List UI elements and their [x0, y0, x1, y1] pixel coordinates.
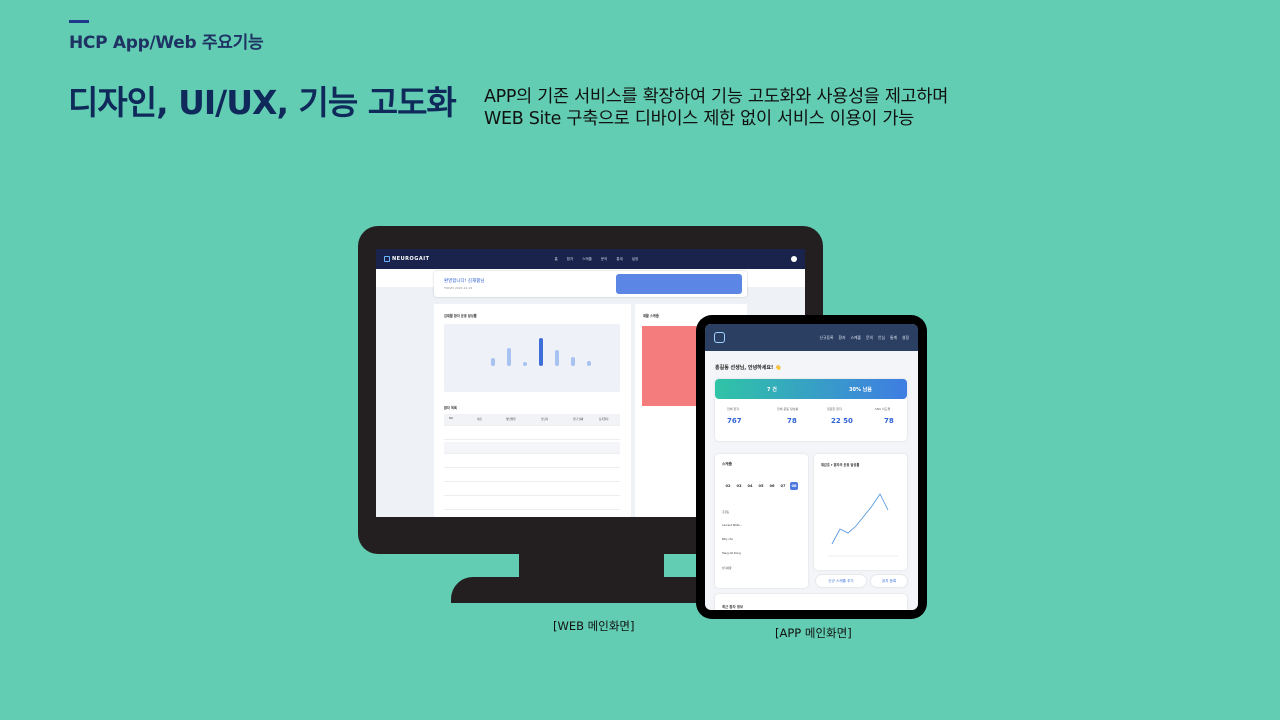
web-logo: NEUROGAIT	[384, 256, 430, 262]
kpi-value: 22 50	[831, 417, 853, 425]
app-chart-title: 재감호 ▾ 환자의 운동 달성률	[821, 463, 860, 467]
app-menu-item[interactable]: 신규등록	[820, 335, 834, 341]
day-cell-selected[interactable]: 08	[790, 482, 798, 490]
web-navbar: NEUROGAIT 홈 환자 스케줄 문의 통계 설정	[376, 249, 805, 269]
patient-name[interactable]: 선덕여왕	[722, 566, 732, 570]
kpi-value: 78	[884, 417, 894, 425]
app-line-chart	[828, 493, 898, 557]
table-row[interactable]	[444, 498, 620, 510]
chart-bar	[491, 358, 495, 366]
app-greeting: 홍길동 선생님, 안녕하세요! 👋	[715, 365, 782, 371]
table-row[interactable]	[444, 442, 620, 454]
app-schedule-card: 스케줄 홍길동 Laurent Willie... Billy cho Hang…	[715, 454, 808, 588]
web-bar-chart	[444, 324, 620, 392]
day-cell[interactable]: 03	[735, 482, 743, 490]
app-menu-item[interactable]: 환자	[839, 335, 846, 341]
banner-percent: 30% 남음	[849, 387, 872, 393]
app-menu: 신규등록 환자 스케줄 문의 안심 통계 설정	[820, 335, 909, 341]
web-chart-title: 김재활 환자 운동 달성률	[444, 314, 477, 318]
web-menu-item[interactable]: 문의	[601, 257, 607, 262]
app-menu-item[interactable]: 문의	[866, 335, 873, 341]
app-navbar: 신규등록 환자 스케줄 문의 안심 통계 설정	[705, 324, 918, 351]
table-header-row: NO 이름 생년월일 담당자 진단 날짜 등록일자	[444, 414, 620, 426]
recent-title: 최근 환자 정보	[722, 605, 744, 609]
patient-name[interactable]: Laurent Willie...	[722, 524, 742, 527]
web-schedule-title: 재활 스케줄	[643, 314, 659, 318]
table-row[interactable]	[444, 456, 620, 468]
logo-icon	[384, 256, 390, 262]
table-header-cell: NO	[449, 417, 453, 420]
patient-name[interactable]: Billy cho	[722, 538, 733, 541]
app-kpi-card: 7 건 30% 남음 전체 환자 767 전체 운동 달성률 78 입원한 환자…	[715, 379, 907, 441]
patient-name[interactable]: Hang Gil Dong	[722, 552, 741, 555]
add-schedule-button[interactable]: 신규 스케줄 추가	[816, 575, 866, 587]
chart-line	[831, 493, 889, 545]
patient-name[interactable]: 홍길동	[722, 510, 729, 514]
chart-bar	[507, 348, 511, 366]
web-welcome-date: TODAY 2021.12.15	[444, 286, 473, 290]
web-left-panel: 김재활 환자 운동 달성률 환자 목록 NO 이름 생년월일 담당자 진단 날짜…	[434, 304, 631, 517]
monitor-base	[451, 577, 731, 603]
user-avatar-icon[interactable]	[791, 256, 797, 262]
kpi-value: 78	[787, 417, 797, 425]
banner-count: 7 건	[767, 387, 777, 393]
kpi-label: SNS 이도율	[875, 407, 891, 411]
description-line-1: APP의 기존 서비스를 확장하여 기능 고도화와 사용성을 제고하며	[484, 87, 949, 107]
chart-bar	[523, 362, 527, 366]
table-header-cell: 이름	[477, 418, 482, 421]
page-title: 디자인, UI/UX, 기능 고도화	[68, 83, 457, 122]
table-header-cell: 등록일자	[599, 418, 609, 421]
day-cell[interactable]: 02	[724, 482, 732, 490]
table-row[interactable]	[444, 484, 620, 496]
notice-button[interactable]: 공지 등록	[871, 575, 907, 587]
chart-bar	[587, 361, 591, 366]
table-row[interactable]	[444, 470, 620, 482]
web-menu-item[interactable]: 통계	[616, 257, 622, 262]
monitor-neck	[519, 553, 664, 579]
kpi-value: 767	[727, 417, 742, 425]
chart-bar	[539, 338, 543, 366]
app-chart-card: 재감호 ▾ 환자의 운동 달성률	[814, 454, 907, 570]
kpi-label: 입원한 환자	[827, 407, 842, 411]
app-caption: [APP 메인화면]	[775, 626, 852, 640]
web-menu-item[interactable]: 스케줄	[582, 257, 592, 262]
chart-bar	[571, 357, 575, 366]
app-menu-item[interactable]: 안심	[878, 335, 885, 341]
web-menu-item[interactable]: 환자	[567, 257, 573, 262]
web-stat-banner	[616, 274, 742, 294]
web-menu: 홈 환자 스케줄 문의 통계 설정	[555, 257, 639, 262]
web-welcome-card: 환영합니다! 김재활님 TODAY 2021.12.15	[434, 271, 747, 297]
web-logo-text: NEUROGAIT	[392, 256, 430, 262]
app-banner[interactable]: 7 건 30% 남음	[715, 379, 907, 399]
app-menu-item[interactable]: 스케줄	[851, 335, 861, 341]
chart-bar	[555, 350, 559, 366]
web-menu-item[interactable]: 홈	[555, 257, 558, 262]
app-menu-item[interactable]: 설정	[902, 335, 909, 341]
day-cell[interactable]: 05	[757, 482, 765, 490]
schedule-title: 스케줄	[722, 462, 732, 466]
table-row[interactable]	[444, 428, 620, 440]
app-logo-icon	[714, 332, 725, 343]
web-caption: [WEB 메인화면]	[553, 619, 635, 633]
app-menu-item[interactable]: 통계	[890, 335, 897, 341]
web-welcome-text: 환영합니다! 김재활님	[444, 279, 485, 284]
kpi-label: 전체 운동 달성률	[777, 407, 799, 411]
table-header-cell: 생년월일	[506, 418, 516, 421]
web-list-title: 환자 목록	[444, 406, 457, 410]
day-cell[interactable]: 04	[746, 482, 754, 490]
web-menu-item[interactable]: 설정	[632, 257, 638, 262]
description-line-2: WEB Site 구축으로 디바이스 제한 없이 서비스 이용이 가능	[484, 109, 914, 129]
day-cell[interactable]: 07	[779, 482, 787, 490]
kpi-label: 전체 환자	[727, 407, 739, 411]
app-recent-card: 최근 환자 정보	[715, 594, 907, 610]
page-description: APP의 기존 서비스를 확장하여 기능 고도화와 사용성을 제고하며 WEB …	[484, 86, 948, 130]
section-eyebrow: HCP App/Web 주요기능	[69, 33, 264, 53]
app-main-screen: 신규등록 환자 스케줄 문의 안심 통계 설정 홍길동 선생님, 안녕하세요! …	[705, 324, 918, 610]
table-header-cell: 진단 날짜	[573, 418, 584, 421]
accent-bar	[69, 20, 89, 23]
table-header-cell: 담당자	[541, 418, 549, 421]
day-cell[interactable]: 06	[768, 482, 776, 490]
